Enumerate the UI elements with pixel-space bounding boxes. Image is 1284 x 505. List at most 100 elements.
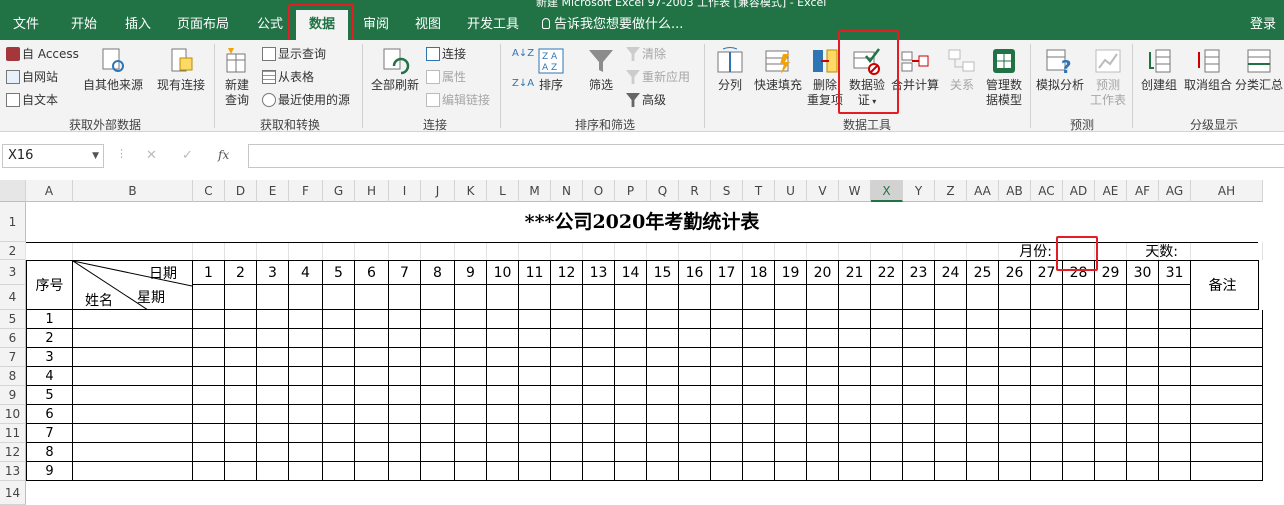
seq-number-cell[interactable]: 3 (26, 348, 73, 367)
table-cell[interactable] (583, 462, 615, 481)
weekday-cell[interactable] (225, 285, 257, 310)
column-header[interactable]: B (73, 180, 193, 202)
table-cell[interactable] (389, 348, 421, 367)
table-cell[interactable] (647, 386, 679, 405)
table-cell[interactable] (839, 386, 871, 405)
table-cell[interactable] (871, 348, 903, 367)
relationships-button[interactable]: 关系 (944, 46, 980, 93)
table-cell[interactable] (487, 462, 519, 481)
table-cell[interactable] (807, 443, 839, 462)
row-header[interactable]: 14 (0, 481, 26, 505)
column-header[interactable]: O (583, 180, 615, 202)
table-cell[interactable] (389, 386, 421, 405)
weekday-cell[interactable] (1031, 285, 1063, 310)
table-cell[interactable] (421, 386, 455, 405)
table-cell[interactable] (421, 405, 455, 424)
table-cell[interactable] (807, 367, 839, 386)
column-header[interactable]: J (421, 180, 455, 202)
seq-number-cell[interactable]: 1 (26, 310, 73, 329)
table-cell[interactable] (871, 462, 903, 481)
table-cell[interactable] (389, 405, 421, 424)
table-cell[interactable] (323, 310, 355, 329)
insert-function-icon[interactable]: fx (218, 148, 229, 162)
table-cell[interactable] (711, 310, 743, 329)
table-cell[interactable] (1159, 367, 1191, 386)
table-cell[interactable] (193, 348, 225, 367)
table-cell[interactable] (807, 310, 839, 329)
table-cell[interactable] (583, 424, 615, 443)
table-cell[interactable] (967, 386, 999, 405)
table-cell[interactable] (679, 367, 711, 386)
table-cell[interactable] (935, 329, 967, 348)
tab-view[interactable]: 视图 (406, 10, 450, 40)
table-cell[interactable] (1095, 405, 1127, 424)
table-cell[interactable] (73, 386, 193, 405)
table-cell[interactable] (775, 386, 807, 405)
seq-number-cell[interactable]: 7 (26, 424, 73, 443)
table-cell[interactable] (455, 310, 487, 329)
column-header[interactable]: Y (903, 180, 935, 202)
table-cell[interactable] (1031, 367, 1063, 386)
table-cell[interactable] (455, 405, 487, 424)
table-cell[interactable] (583, 405, 615, 424)
table-cell[interactable] (871, 329, 903, 348)
table-cell[interactable] (967, 310, 999, 329)
column-header[interactable]: L (487, 180, 519, 202)
weekday-cell[interactable] (583, 285, 615, 310)
table-cell[interactable] (455, 424, 487, 443)
table-cell[interactable] (225, 348, 257, 367)
table-cell[interactable] (647, 348, 679, 367)
table-cell[interactable] (583, 329, 615, 348)
table-cell[interactable] (1127, 424, 1159, 443)
table-cell[interactable] (193, 367, 225, 386)
table-cell[interactable] (967, 462, 999, 481)
column-header[interactable]: T (743, 180, 775, 202)
table-cell[interactable] (487, 310, 519, 329)
table-cell[interactable] (1191, 310, 1263, 329)
row-header[interactable]: 1 (0, 202, 26, 242)
table-cell[interactable] (615, 367, 647, 386)
table-cell[interactable] (743, 329, 775, 348)
table-cell[interactable] (903, 348, 935, 367)
table-cell[interactable] (519, 310, 551, 329)
row-header[interactable]: 6 (0, 329, 26, 348)
ungroup-button[interactable]: 取消组合 (1182, 46, 1234, 93)
row-header[interactable]: 5 (0, 310, 26, 329)
row-header[interactable]: 12 (0, 443, 26, 462)
table-cell[interactable] (903, 443, 935, 462)
table-cell[interactable] (1031, 443, 1063, 462)
column-header[interactable]: AB (999, 180, 1031, 202)
table-cell[interactable] (389, 367, 421, 386)
table-cell[interactable] (1095, 348, 1127, 367)
table-cell[interactable] (1127, 310, 1159, 329)
table-cell[interactable] (711, 443, 743, 462)
table-cell[interactable] (1191, 424, 1263, 443)
connections-button[interactable]: 连接 (426, 45, 466, 62)
row-header[interactable]: 4 (0, 285, 26, 310)
table-cell[interactable] (355, 367, 389, 386)
table-cell[interactable] (775, 424, 807, 443)
table-cell[interactable] (1031, 462, 1063, 481)
weekday-cell[interactable] (935, 285, 967, 310)
table-cell[interactable] (193, 310, 225, 329)
table-cell[interactable] (1031, 329, 1063, 348)
row-header[interactable]: 7 (0, 348, 26, 367)
clear-filter-button[interactable]: 清除 (626, 45, 666, 62)
weekday-cell[interactable] (679, 285, 711, 310)
table-cell[interactable] (711, 386, 743, 405)
table-cell[interactable] (73, 443, 193, 462)
table-cell[interactable] (647, 367, 679, 386)
table-cell[interactable] (1063, 405, 1095, 424)
tab-home[interactable]: 开始 (62, 10, 106, 40)
table-cell[interactable] (615, 348, 647, 367)
row-header[interactable]: 2 (0, 242, 26, 260)
table-cell[interactable] (519, 405, 551, 424)
table-cell[interactable] (225, 405, 257, 424)
table-cell[interactable] (967, 329, 999, 348)
table-cell[interactable] (711, 329, 743, 348)
weekday-cell[interactable] (967, 285, 999, 310)
login-link[interactable]: 登录 (1250, 10, 1276, 40)
table-cell[interactable] (903, 386, 935, 405)
column-header[interactable]: D (225, 180, 257, 202)
table-cell[interactable] (519, 367, 551, 386)
